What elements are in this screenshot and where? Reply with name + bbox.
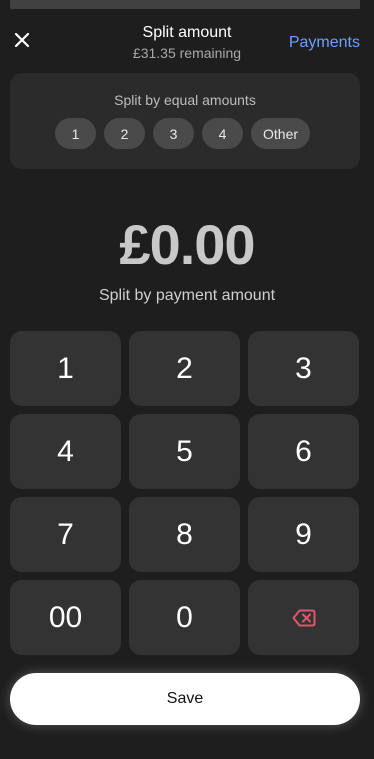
close-icon <box>14 32 30 53</box>
key-2[interactable]: 2 <box>129 331 240 406</box>
save-button[interactable]: Save <box>10 673 360 725</box>
key-1[interactable]: 1 <box>10 331 121 406</box>
amount-caption: Split by payment amount <box>98 287 276 304</box>
key-0[interactable]: 0 <box>129 580 240 655</box>
key-3[interactable]: 3 <box>248 331 359 406</box>
close-button[interactable] <box>10 30 34 54</box>
backspace-icon <box>292 601 316 635</box>
split-option-4[interactable]: 4 <box>202 118 243 149</box>
key-4[interactable]: 4 <box>10 414 121 489</box>
key-8[interactable]: 8 <box>129 497 240 572</box>
key-00[interactable]: 00 <box>10 580 121 655</box>
key-5[interactable]: 5 <box>129 414 240 489</box>
equal-split-card: Split by equal amounts 1 2 3 4 Other <box>10 73 360 169</box>
key-7[interactable]: 7 <box>10 497 121 572</box>
split-option-other[interactable]: Other <box>251 118 311 149</box>
key-6[interactable]: 6 <box>248 414 359 489</box>
title-group: Split amount £31.35 remaining <box>87 23 287 63</box>
payments-link[interactable]: Payments <box>289 33 360 53</box>
split-option-2[interactable]: 2 <box>104 118 145 149</box>
amount-display: £0.00 <box>119 213 255 276</box>
equal-split-options: 1 2 3 4 Other <box>55 118 311 149</box>
split-option-1[interactable]: 1 <box>55 118 96 149</box>
key-9[interactable]: 9 <box>248 497 359 572</box>
page-title: Split amount <box>142 24 232 41</box>
header: Split amount £31.35 remaining Payments <box>0 9 374 69</box>
keypad: 1 2 3 4 5 6 7 8 9 00 0 <box>10 331 360 655</box>
equal-split-label: Split by equal amounts <box>114 92 256 108</box>
split-option-3[interactable]: 3 <box>153 118 194 149</box>
backspace-key[interactable] <box>248 580 359 655</box>
remaining-amount: £31.35 remaining <box>132 45 242 61</box>
